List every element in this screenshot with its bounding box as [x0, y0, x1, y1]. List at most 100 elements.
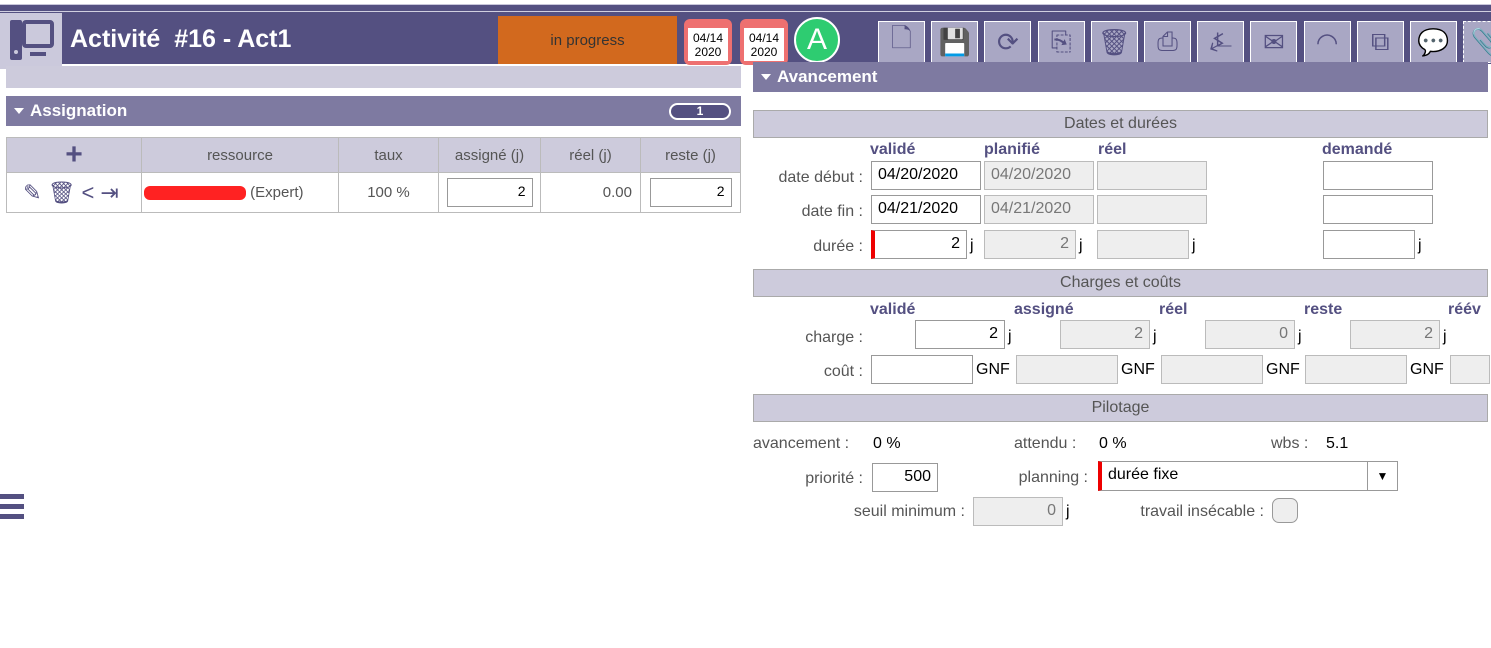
top-bar: Activité #16 - Act1 in progress 04/14 202… [0, 4, 1491, 69]
save-button[interactable]: 💾 [931, 21, 979, 63]
rss-button[interactable]: ◠ [1303, 21, 1351, 63]
cout-input [1016, 355, 1118, 384]
charge-input: 2 [1350, 320, 1440, 349]
unit: j [1418, 237, 1422, 254]
page: Activité #16 - Act1 in progress 04/14 202… [0, 0, 1491, 527]
charges-col-header: reste [1304, 301, 1343, 318]
page-title: Activité #16 - Act1 [70, 25, 292, 53]
col-reste: reste (j) [640, 137, 741, 173]
charges-col-header: validé [870, 301, 916, 318]
duree-input[interactable]: 2 [871, 230, 967, 259]
delete-icon: 🗑 [1097, 26, 1131, 57]
charge-input[interactable]: 2 [915, 320, 1005, 349]
insecable-checkbox[interactable] [1272, 498, 1298, 523]
currency: GNF [1121, 361, 1155, 378]
debut-input[interactable] [1323, 161, 1433, 190]
avancement-label: avancement : [753, 435, 850, 452]
edit-icon[interactable]: ✎ [23, 180, 47, 205]
dates-col-header: validé [870, 141, 916, 158]
new-document-button[interactable]: 🗋 [878, 21, 925, 63]
wbs-label: wbs : [1271, 435, 1309, 452]
priorite-input[interactable]: 500 [872, 463, 938, 492]
avatar[interactable]: A [794, 17, 840, 63]
dates-col-header: demandé [1322, 141, 1393, 158]
rss-icon: ◠ [1315, 26, 1339, 57]
resource-role: (Expert) [250, 184, 304, 201]
multi-save-icon: ⧉ [1371, 26, 1390, 56]
redacted-name [144, 186, 246, 201]
fin-label: date fin : [801, 203, 863, 220]
cout-input [1161, 355, 1263, 384]
planning-select[interactable]: durée fixe ▼ [1098, 461, 1398, 491]
refresh-icon: ⟳ [996, 26, 1019, 57]
duree-input[interactable] [1323, 230, 1415, 259]
planning-value: durée fixe [1108, 466, 1179, 483]
remaining-input[interactable]: 2 [649, 178, 732, 207]
delete-icon[interactable]: 🗑 [48, 180, 82, 205]
copy-button[interactable]: ⎘ [1037, 21, 1085, 63]
computer-icon [0, 13, 62, 69]
col-taux: taux [338, 137, 439, 173]
debut-input [1097, 161, 1207, 190]
section-title: Assignation [30, 101, 128, 120]
fin-input [1097, 195, 1207, 224]
seuil-input: 0 [973, 497, 1063, 526]
transfer-icon[interactable]: ⇥ [100, 180, 124, 205]
start-date-calendar-icon[interactable]: 04/14 2020 [684, 19, 732, 65]
avancement-section-header[interactable]: Avancement [753, 62, 1488, 92]
attach-button[interactable]: 📎 [1463, 21, 1491, 63]
charges-col-header: réév [1448, 301, 1481, 318]
col-assigne: assigné (j) [438, 137, 541, 173]
email-button[interactable]: ✉ [1250, 21, 1298, 63]
cout-input [1305, 355, 1407, 384]
menu-icon[interactable] [0, 494, 24, 524]
cout-input[interactable] [871, 355, 973, 384]
unit: j [1079, 237, 1083, 254]
seuil-label: seuil minimum : [853, 503, 965, 520]
currency: GNF [1410, 361, 1444, 378]
cal-date: 04/14 [692, 31, 724, 45]
duree-input [1097, 230, 1189, 259]
dates-col-header: planifié [984, 141, 1041, 158]
charges-col-header: assigné [1014, 301, 1074, 318]
assigned-input[interactable]: 2 [446, 178, 533, 207]
end-date-calendar-icon[interactable]: 04/14 2020 [740, 19, 788, 65]
print-icon: ⎙ [1157, 26, 1178, 56]
collapse-icon[interactable]: < [82, 180, 101, 205]
refresh-button[interactable]: ⟳ [984, 21, 1032, 63]
charges-col-header: réel [1159, 301, 1188, 318]
delete-button[interactable]: 🗑 [1090, 21, 1138, 63]
cal-date: 04/14 [748, 31, 780, 45]
cal-year: 2020 [694, 45, 722, 59]
comment-icon: 💬 [1417, 26, 1450, 57]
multi-save-button[interactable]: ⧉ [1356, 21, 1404, 63]
debut-input[interactable]: 04/20/2020 [871, 161, 981, 190]
status-badge[interactable]: in progress [498, 16, 677, 64]
unit: j [1008, 328, 1012, 345]
new-document-icon: 🗋 [891, 23, 912, 53]
unit: j [1192, 237, 1196, 254]
print-button[interactable]: ⎙ [1144, 21, 1191, 63]
attendu-value: 0 % [1099, 435, 1127, 452]
insecable-label: travail insécable : [1140, 503, 1264, 520]
rate-cell: 100 % [338, 172, 439, 213]
assignation-count-badge: 1 [669, 103, 731, 120]
real-cell: 0.00 [540, 172, 641, 213]
cout-label: coût : [823, 363, 863, 380]
priorite-label: priorité : [805, 470, 863, 487]
duree-input: 2 [984, 230, 1076, 259]
charge-label: charge : [805, 329, 863, 346]
fin-input[interactable]: 04/21/2020 [871, 195, 981, 224]
dates-col-header: réel [1098, 141, 1127, 158]
assignation-section-header[interactable]: Assignation 1 [6, 96, 741, 126]
fin-input[interactable] [1323, 195, 1433, 224]
pdf-button[interactable]: ⍼ [1197, 21, 1245, 63]
cal-year: 2020 [750, 45, 778, 59]
unit: j [970, 237, 974, 254]
comment-button[interactable]: 💬 [1410, 21, 1457, 63]
plus-icon: + [65, 138, 83, 171]
chevron-down-icon[interactable]: ▼ [1367, 462, 1397, 490]
assignation-table: + ressource taux assigné (j) réel (j) re… [6, 137, 741, 213]
add-assignment-button[interactable]: + [6, 137, 142, 173]
planning-label: planning : [1018, 469, 1088, 486]
